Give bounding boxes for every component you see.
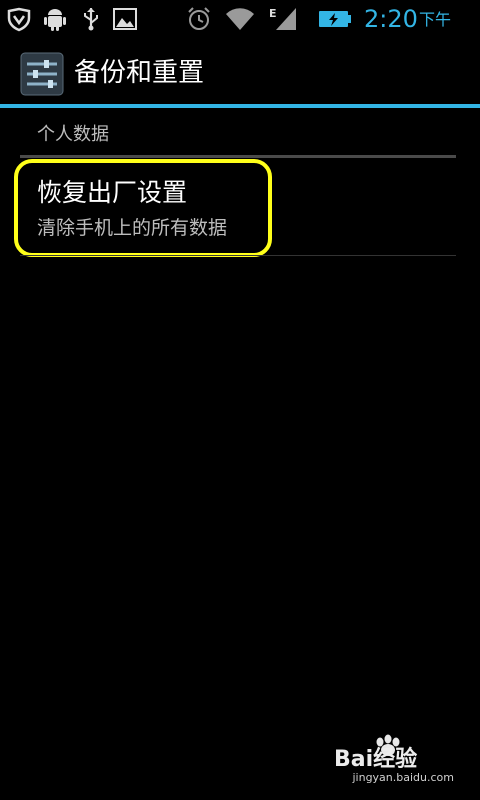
action-bar: 备份和重置	[0, 38, 480, 106]
action-bar-divider	[0, 104, 480, 108]
image-icon	[112, 6, 138, 32]
wifi-icon	[225, 6, 255, 32]
status-bar: E 2:20 下午	[0, 0, 480, 38]
page-title: 备份和重置	[74, 58, 205, 88]
status-time: 2:20	[364, 5, 418, 33]
network-type-label: E	[269, 7, 277, 20]
android-debug-icon	[42, 6, 68, 32]
battery-charging-icon	[318, 6, 352, 32]
alarm-icon	[186, 6, 212, 32]
signal-icon: E	[268, 6, 298, 32]
section-header-personal-data: 个人数据	[37, 124, 109, 145]
list-item-title: 恢复出厂设置	[37, 178, 188, 207]
status-ampm: 下午	[419, 10, 452, 29]
usb-icon	[78, 6, 104, 32]
screen: E 2:20 下午 备份和重置 个人数据 恢复出厂设置 清除手机上的所有数据 B…	[0, 0, 480, 800]
section-divider	[20, 155, 456, 158]
watermark-url: jingyan.baidu.com	[352, 771, 454, 784]
list-divider	[20, 255, 456, 256]
list-item-factory-reset[interactable]: 恢复出厂设置 清除手机上的所有数据	[14, 159, 272, 257]
shield-icon	[6, 6, 32, 32]
settings-sliders-icon[interactable]	[20, 52, 64, 96]
list-item-summary: 清除手机上的所有数据	[37, 217, 228, 239]
watermark-brand: Bai经验	[334, 746, 417, 772]
